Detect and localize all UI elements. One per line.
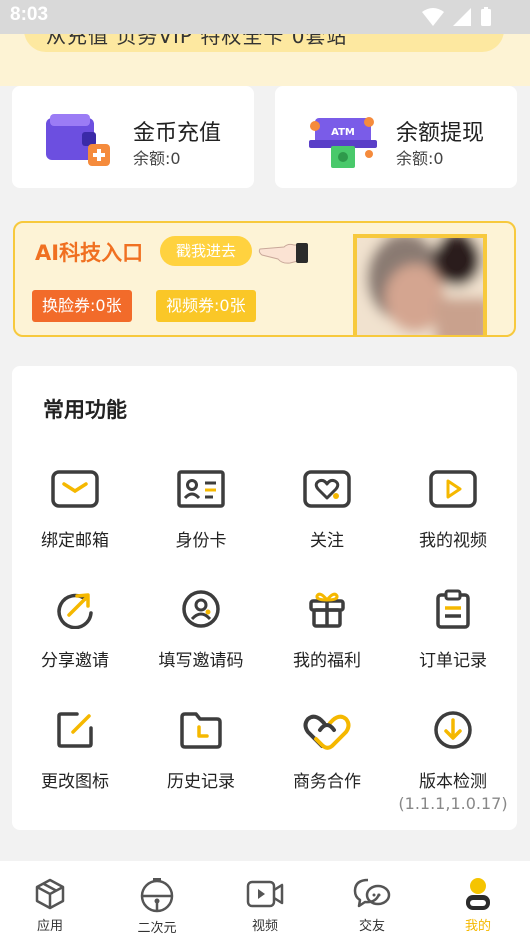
my-video-icon bbox=[429, 470, 477, 508]
ai-banner-photo bbox=[353, 234, 487, 335]
withdraw-balance: 余额:0 bbox=[396, 149, 444, 168]
enter-invite-code-label: 填写邀请码 bbox=[158, 651, 244, 671]
wifi-icon bbox=[422, 8, 444, 26]
ai-enter-button[interactable]: 戳我进去 bbox=[160, 236, 252, 266]
recharge-card[interactable]: 金币充值 余额:0 bbox=[12, 86, 254, 188]
bind-email-item[interactable]: 绑定邮箱 bbox=[12, 469, 138, 551]
my-welfare-item[interactable]: 我的福利 bbox=[264, 589, 390, 671]
version-number: (1.1.1,1.0.17) bbox=[398, 794, 508, 813]
battery-icon bbox=[481, 7, 491, 26]
face-swap-coupon: 换脸券:0张 bbox=[32, 290, 132, 322]
user-circle-icon bbox=[182, 590, 220, 628]
bell-icon bbox=[140, 878, 174, 913]
my-video-item[interactable]: 我的视频 bbox=[390, 469, 516, 551]
order-records-label: 订单记录 bbox=[419, 651, 487, 671]
tab-friends-label: 交友 bbox=[358, 919, 385, 934]
edit-icon bbox=[57, 712, 93, 748]
history-item[interactable]: 历史记录 bbox=[138, 710, 264, 792]
id-card-label: 身份卡 bbox=[175, 531, 227, 551]
tab-anime[interactable]: 二次元 bbox=[104, 861, 210, 949]
video-camera-icon bbox=[246, 880, 284, 908]
status-time: 8:03 bbox=[10, 4, 49, 25]
tab-anime-label: 二次元 bbox=[137, 921, 177, 936]
my-welfare-label: 我的福利 bbox=[293, 651, 361, 671]
bind-email-label: 绑定邮箱 bbox=[41, 531, 109, 551]
wallet-icon bbox=[46, 114, 110, 166]
recharge-balance: 余额:0 bbox=[133, 149, 181, 168]
history-label: 历史记录 bbox=[167, 772, 235, 792]
common-functions-title: 常用功能 bbox=[43, 398, 127, 422]
follow-label: 关注 bbox=[310, 531, 344, 551]
svg-text:ATM: ATM bbox=[331, 127, 355, 138]
follow-item[interactable]: 关注 bbox=[264, 469, 390, 551]
signal-icon bbox=[453, 8, 471, 26]
cube-icon bbox=[35, 878, 65, 910]
recharge-title: 金币充值 bbox=[133, 121, 222, 146]
folder-clock-icon bbox=[180, 712, 222, 749]
withdraw-title: 余额提现 bbox=[396, 121, 485, 146]
share-icon bbox=[57, 593, 93, 629]
status-bar: 8:03 bbox=[0, 0, 530, 34]
gift-icon bbox=[309, 592, 345, 628]
business-cooperation-item[interactable]: 商务合作 bbox=[264, 710, 390, 792]
id-card-item[interactable]: 身份卡 bbox=[138, 469, 264, 551]
enter-invite-code-item[interactable]: 填写邀请码 bbox=[138, 589, 264, 671]
pointing-hand-icon bbox=[258, 243, 308, 264]
order-records-item[interactable]: 订单记录 bbox=[390, 589, 516, 671]
my-video-label: 我的视频 bbox=[419, 531, 487, 551]
video-coupon: 视频券:0张 bbox=[156, 290, 256, 322]
change-icon-label: 更改图标 bbox=[41, 772, 109, 792]
business-cooperation-label: 商务合作 bbox=[293, 772, 361, 792]
version-check-item[interactable]: 版本检测 (1.1.1,1.0.17) bbox=[390, 710, 516, 813]
clipboard-icon bbox=[436, 589, 470, 629]
chat-bubbles-icon bbox=[353, 878, 391, 908]
withdraw-card[interactable]: ATM 余额提现 余额:0 bbox=[275, 86, 517, 188]
ai-banner-title: AI科技入口 bbox=[35, 241, 144, 265]
top-area: 从充值 页务VIP 特权全卡 0套站 8:03 bbox=[0, 0, 530, 86]
tab-friends[interactable]: 交友 bbox=[319, 861, 425, 949]
common-functions-card: 常用功能 绑定邮箱 身份卡 关注 我的视频 分享邀请 填写邀请码 我的福利 订单… bbox=[12, 366, 517, 830]
atm-icon: ATM bbox=[309, 117, 377, 168]
tab-apps[interactable]: 应用 bbox=[0, 861, 103, 949]
tab-mine[interactable]: 我的 bbox=[425, 861, 530, 949]
status-icons bbox=[422, 7, 492, 27]
handshake-hearts-icon bbox=[303, 714, 351, 750]
mail-icon bbox=[51, 470, 99, 508]
share-invite-item[interactable]: 分享邀请 bbox=[12, 589, 138, 671]
tab-video[interactable]: 视频 bbox=[212, 861, 318, 949]
id-card-icon bbox=[177, 470, 225, 508]
bottom-tab-bar: 应用 二次元 视频 交友 我的 bbox=[0, 861, 530, 949]
download-circle-icon bbox=[434, 711, 472, 749]
ai-banner[interactable]: AI科技入口 戳我进去 换脸券:0张 视频券:0张 bbox=[13, 221, 516, 337]
tab-video-label: 视频 bbox=[251, 919, 278, 934]
follow-heart-icon bbox=[303, 470, 351, 508]
version-check-label: 版本检测 bbox=[419, 772, 487, 792]
tab-mine-label: 我的 bbox=[464, 919, 491, 934]
tab-apps-label: 应用 bbox=[36, 919, 63, 934]
profile-icon bbox=[466, 878, 490, 910]
change-icon-item[interactable]: 更改图标 bbox=[12, 710, 138, 792]
share-invite-label: 分享邀请 bbox=[41, 651, 109, 671]
